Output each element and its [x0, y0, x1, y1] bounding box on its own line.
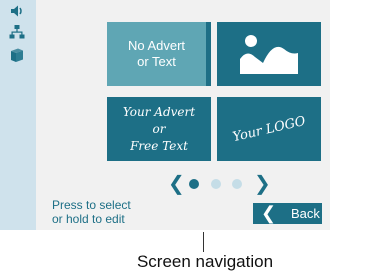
tile-no-advert-label: No Advert or Text — [127, 38, 186, 69]
hint-line-2: or hold to edit — [52, 212, 125, 226]
network-icon[interactable] — [9, 24, 25, 40]
hint-line-1: Press to select — [52, 198, 131, 212]
tile-no-advert[interactable]: No Advert or Text — [107, 22, 211, 86]
tile-your-logo[interactable]: Your LOGO — [217, 97, 321, 161]
screen-navigation: ❮ ❯ — [168, 174, 271, 194]
chevron-left-icon: ❮ — [261, 203, 277, 223]
device-screen: No Advert or Text Your Advert or Free Te… — [0, 0, 330, 230]
page-dot[interactable] — [232, 179, 242, 189]
callout-line — [203, 232, 204, 252]
screen-navigation-caption: Screen navigation — [136, 252, 274, 271]
speaker-icon[interactable] — [9, 3, 25, 19]
page-dot[interactable] — [211, 179, 221, 189]
sidebar — [0, 0, 36, 230]
chevron-right-icon[interactable]: ❯ — [254, 174, 271, 194]
tile-image[interactable] — [217, 22, 321, 86]
page-dot[interactable] — [189, 179, 199, 189]
tile-advert-text: Your Advert or Free Text — [123, 104, 195, 155]
hint-text: Press to select or hold to edit — [52, 198, 131, 226]
tile-advert-line-1: Your Advert — [122, 104, 196, 119]
back-button[interactable]: ❮ Back — [253, 203, 322, 224]
chevron-left-icon[interactable]: ❮ — [168, 174, 185, 194]
tile-logo-label: Your LOGO — [231, 113, 307, 145]
back-button-label: Back — [291, 206, 320, 221]
tile-advert-line-2: or — [152, 121, 166, 136]
tile-your-advert[interactable]: Your Advert or Free Text — [107, 97, 211, 161]
tile-advert-line-3: Free Text — [130, 138, 188, 153]
image-icon — [240, 35, 298, 74]
package-icon[interactable] — [9, 47, 25, 63]
